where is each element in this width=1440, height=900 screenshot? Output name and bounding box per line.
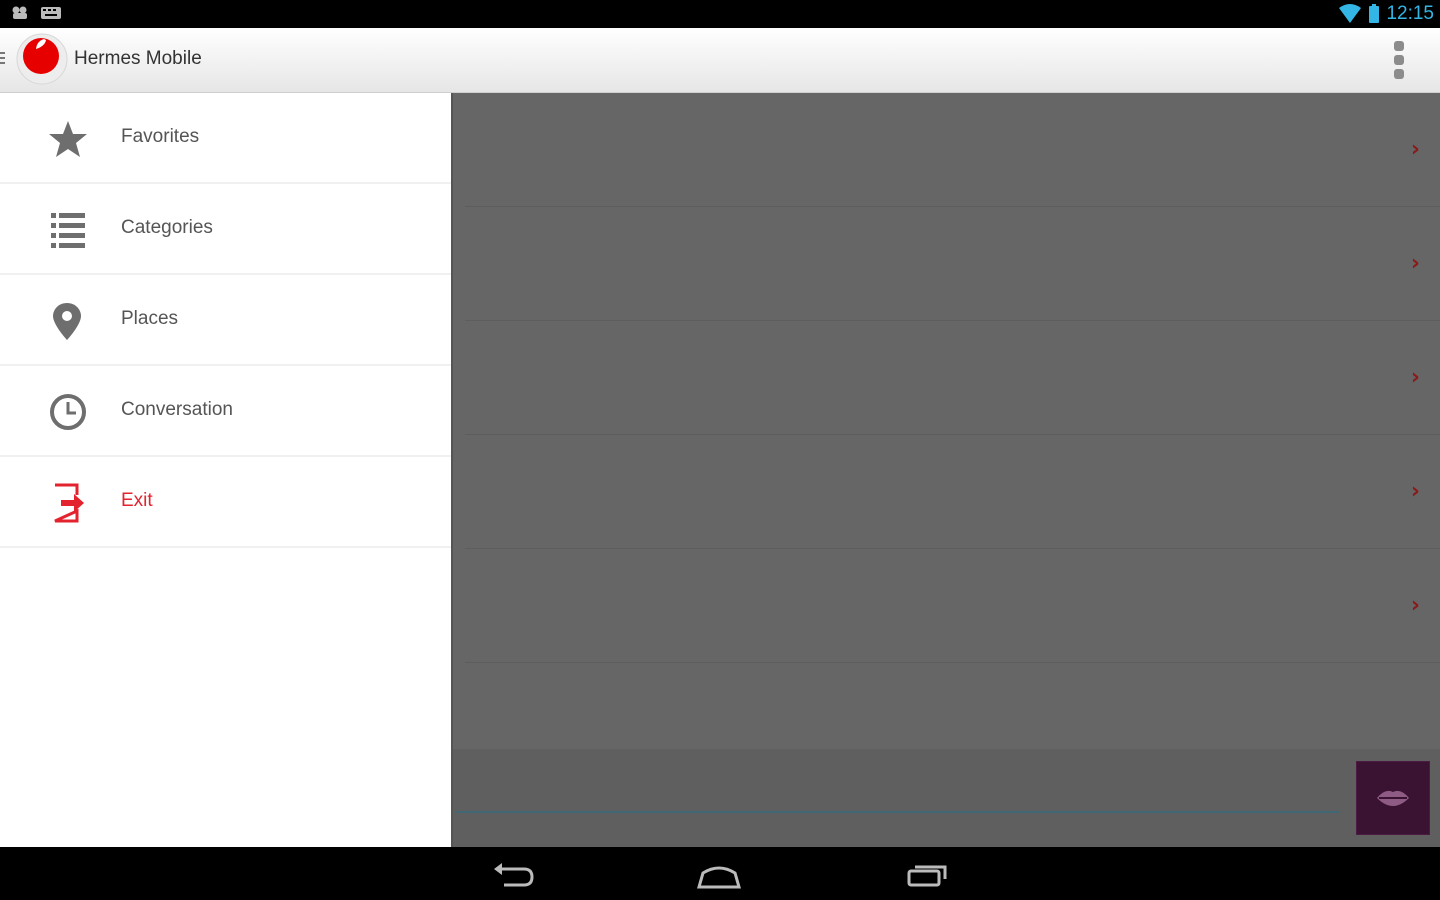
list-item[interactable]: ›: [465, 321, 1440, 435]
drawer-item-conversation[interactable]: Conversation: [0, 366, 451, 457]
list-item[interactable]: ›: [465, 93, 1440, 207]
chevron-right-icon: ›: [1410, 593, 1420, 618]
system-nav-bar: [0, 847, 1440, 900]
drawer-indicator-icon[interactable]: [0, 52, 6, 67]
chevron-right-icon: ›: [1410, 479, 1420, 504]
keyboard-icon: [41, 7, 61, 19]
clock-icon: [50, 394, 86, 430]
drawer-item-label: Exit: [121, 490, 153, 511]
recents-icon[interactable]: [903, 857, 951, 891]
drawer-item-exit[interactable]: Exit: [0, 457, 451, 548]
vodafone-logo[interactable]: [16, 32, 68, 86]
drawer-item-favorites[interactable]: Favorites: [0, 93, 451, 184]
chevron-right-icon: ›: [1410, 251, 1420, 276]
drawer-item-label: Categories: [121, 217, 213, 238]
chevron-right-icon: ›: [1410, 365, 1420, 390]
app-title: Hermes Mobile: [74, 48, 202, 69]
usb-debug-icon: [12, 6, 27, 19]
list-item[interactable]: ›: [465, 207, 1440, 321]
exit-icon: [54, 483, 84, 523]
list-item[interactable]: ›: [465, 435, 1440, 549]
compose-area: [453, 749, 1440, 847]
action-bar: Hermes Mobile: [0, 28, 1440, 93]
drawer-item-label: Places: [121, 308, 179, 329]
battery-icon: [1369, 4, 1380, 23]
chevron-right-icon: ›: [1410, 137, 1420, 162]
location-pin-icon: [53, 303, 81, 340]
status-bar: 12:15: [0, 0, 1440, 28]
navigation-drawer: Favorites Categories Places Conversation…: [0, 93, 451, 847]
back-icon[interactable]: [490, 857, 538, 891]
list-icon: [51, 213, 85, 248]
content-overlay[interactable]: › › › › ›: [451, 93, 1440, 847]
home-icon[interactable]: [695, 857, 743, 891]
status-time: 12:15: [1386, 3, 1434, 24]
wifi-icon: [1339, 4, 1362, 23]
drawer-item-label: Conversation: [121, 399, 233, 420]
drawer-item-places[interactable]: Places: [0, 275, 451, 366]
drawer-item-label: Favorites: [121, 126, 200, 147]
lips-icon: [1377, 790, 1409, 806]
message-input[interactable]: [455, 811, 1339, 813]
send-button[interactable]: [1356, 761, 1430, 835]
list-item[interactable]: ›: [465, 549, 1440, 663]
drawer-item-categories[interactable]: Categories: [0, 184, 451, 275]
overflow-menu-icon[interactable]: [1384, 38, 1414, 82]
star-icon: [49, 121, 87, 157]
